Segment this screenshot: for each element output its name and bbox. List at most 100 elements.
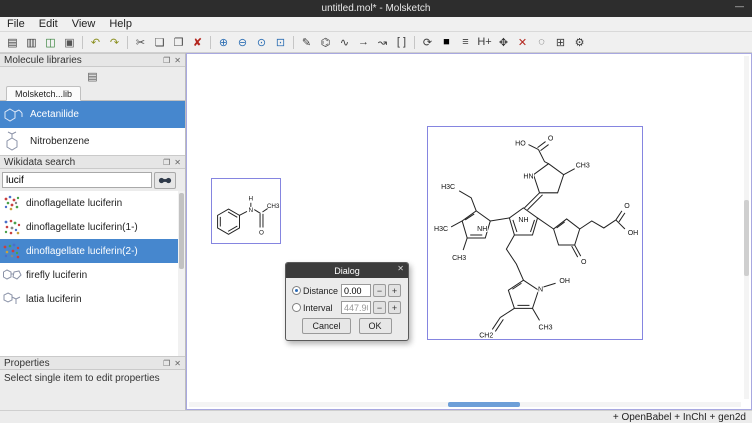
distance-radio[interactable] <box>292 286 301 295</box>
close-panel-icon[interactable]: ✕ <box>174 158 181 167</box>
paste-icon[interactable]: ❐ <box>169 33 188 51</box>
canvas-horizontal-scrollbar[interactable] <box>189 402 741 407</box>
chain-tool-icon[interactable]: ∿ <box>335 33 354 51</box>
align-tool-icon[interactable]: ⊞ <box>551 33 570 51</box>
library-item-nitrobenzene[interactable]: Nitrobenzene <box>0 128 185 155</box>
library-item-label: Nitrobenzene <box>30 136 89 147</box>
open-library-button[interactable]: ▤ <box>83 70 101 83</box>
acetanilide-selection-box[interactable]: HNOCH3 <box>211 178 281 244</box>
float-panel-icon[interactable]: ❐ <box>163 359 170 368</box>
undo-icon[interactable]: ↶ <box>86 33 105 51</box>
menu-view[interactable]: View <box>65 18 103 30</box>
atom-label: N <box>249 207 254 214</box>
app-window: untitled.mol* - Molsketch — File Edit Vi… <box>0 0 752 423</box>
toolbar-separator <box>210 36 211 49</box>
drawing-canvas[interactable]: HN O CH3 <box>186 53 752 410</box>
menu-help[interactable]: Help <box>102 18 139 30</box>
library-tab-row: Molsketch...lib <box>0 85 185 101</box>
menu-edit[interactable]: Edit <box>32 18 65 30</box>
atom-label: HO <box>515 141 526 148</box>
canvas-vertical-scrollbar[interactable] <box>744 56 749 399</box>
draw-tool-icon[interactable]: ✎ <box>297 33 316 51</box>
atom-label: CH3 <box>539 324 553 331</box>
ring-tool-icon[interactable]: ⌬ <box>316 33 335 51</box>
binoculars-icon <box>158 176 172 185</box>
distance-row: Distance − + <box>292 284 402 297</box>
open-file-icon[interactable]: ▥ <box>22 33 41 51</box>
color-swatch-icon[interactable]: ■ <box>437 33 456 51</box>
scrollbar-thumb[interactable] <box>744 200 749 275</box>
settings-icon[interactable]: ⚙ <box>570 33 589 51</box>
distance-plus-button[interactable]: + <box>388 284 401 297</box>
libraries-panel-title: Molecule libraries <box>4 55 82 66</box>
wikidata-item[interactable]: latia luciferin <box>0 287 185 311</box>
interval-field[interactable] <box>341 301 371 314</box>
rotate-tool-icon[interactable]: ⟳ <box>418 33 437 51</box>
zoom-in-icon[interactable]: ⊕ <box>214 33 233 51</box>
wikidata-item[interactable]: dinoflagellate luciferin <box>0 191 185 215</box>
wikidata-scrollbar[interactable] <box>178 191 185 356</box>
status-bar: + OpenBabel + InChI + gen2d <box>0 410 752 423</box>
distance-field[interactable] <box>341 284 371 297</box>
atom-label: O <box>581 259 587 266</box>
line-width-icon[interactable]: ≡ <box>456 33 475 51</box>
ok-button[interactable]: OK <box>359 318 392 334</box>
molecule-3d-thumbnail <box>2 242 22 260</box>
wikidata-item[interactable]: firefly luciferin <box>0 263 185 287</box>
menu-file[interactable]: File <box>0 18 32 30</box>
molecule-2d-thumbnail <box>2 103 26 127</box>
acetanilide-structure: HNOCH3 <box>212 179 280 243</box>
export-image-icon[interactable]: ▣ <box>60 33 79 51</box>
scrollbar-thumb[interactable] <box>448 402 520 407</box>
save-icon[interactable]: ◫ <box>41 33 60 51</box>
bracket-tool-icon[interactable]: [ ] <box>392 33 411 51</box>
interval-minus-button[interactable]: − <box>373 301 386 314</box>
wikidata-result-list: dinoflagellate luciferin dinoflagellate … <box>0 191 185 356</box>
library-item-acetanilide[interactable]: Acetanilide <box>0 101 185 128</box>
wikidata-search-row <box>0 169 185 191</box>
dialog-title: Dialog <box>334 266 360 276</box>
close-panel-icon[interactable]: ✕ <box>174 359 181 368</box>
hydrogen-plus-icon[interactable]: H+ <box>475 33 494 51</box>
cancel-button[interactable]: Cancel <box>302 318 350 334</box>
interval-plus-button[interactable]: + <box>388 301 401 314</box>
copy-icon[interactable]: ❏ <box>150 33 169 51</box>
move-tool-icon[interactable]: ✥ <box>494 33 513 51</box>
zoom-fit-icon[interactable]: ⊡ <box>271 33 290 51</box>
lasso-tool-icon[interactable]: ◌ <box>532 33 551 51</box>
close-panel-icon[interactable]: ✕ <box>174 56 181 65</box>
cut-icon[interactable]: ✂ <box>131 33 150 51</box>
delete-icon[interactable]: ✘ <box>188 33 207 51</box>
wikidata-item[interactable]: dinoflagellate luciferin(2-) <box>0 239 185 263</box>
reaction-arrow-icon[interactable]: → <box>354 33 373 51</box>
dialog-title-bar[interactable]: Dialog ✕ <box>286 263 408 278</box>
search-button[interactable] <box>154 172 176 189</box>
mechanism-arrow-icon[interactable]: ↝ <box>373 33 392 51</box>
molecule-2d-thumbnail <box>2 266 22 284</box>
scrollbar-thumb[interactable] <box>179 193 184 269</box>
toolbar: ▤▥◫▣ ↶↷ ✂❏❐✘ ⊕⊖⊙⊡ ✎⌬∿→↝[ ] ⟳■≡H+✥✕◌⊞⚙ <box>0 32 752 53</box>
new-document-icon[interactable]: ▤ <box>3 33 22 51</box>
dialog-close-icon[interactable]: ✕ <box>397 264 404 273</box>
libraries-panel-header: Molecule libraries ❐ ✕ <box>0 53 185 67</box>
luciferin-selection-box[interactable]: HOOCH3HNNHH3CH3CNHCH3OOOHNOHCH3CH2 <box>427 126 643 340</box>
tab-molsketch-lib[interactable]: Molsketch...lib <box>6 86 81 101</box>
atom-label: HN <box>523 174 533 181</box>
title-bar[interactable]: untitled.mol* - Molsketch — <box>0 0 752 17</box>
atom-label: OH <box>628 230 639 237</box>
zoom-original-icon[interactable]: ⊙ <box>252 33 271 51</box>
atom-label: CH3 <box>452 255 466 262</box>
redo-icon[interactable]: ↷ <box>105 33 124 51</box>
wikidata-item[interactable]: dinoflagellate luciferin(1-) <box>0 215 185 239</box>
properties-hint: Select single item to edit properties <box>0 370 185 410</box>
float-panel-icon[interactable]: ❐ <box>163 158 170 167</box>
minimize-icon[interactable]: — <box>735 1 744 11</box>
molecule-3d-thumbnail <box>2 218 22 236</box>
search-input[interactable] <box>2 172 152 188</box>
distance-minus-button[interactable]: − <box>373 284 386 297</box>
float-panel-icon[interactable]: ❐ <box>163 56 170 65</box>
zoom-out-icon[interactable]: ⊖ <box>233 33 252 51</box>
properties-panel-header: Properties ❐ ✕ <box>0 356 185 370</box>
interval-radio[interactable] <box>292 303 301 312</box>
delete-tool-icon[interactable]: ✕ <box>513 33 532 51</box>
